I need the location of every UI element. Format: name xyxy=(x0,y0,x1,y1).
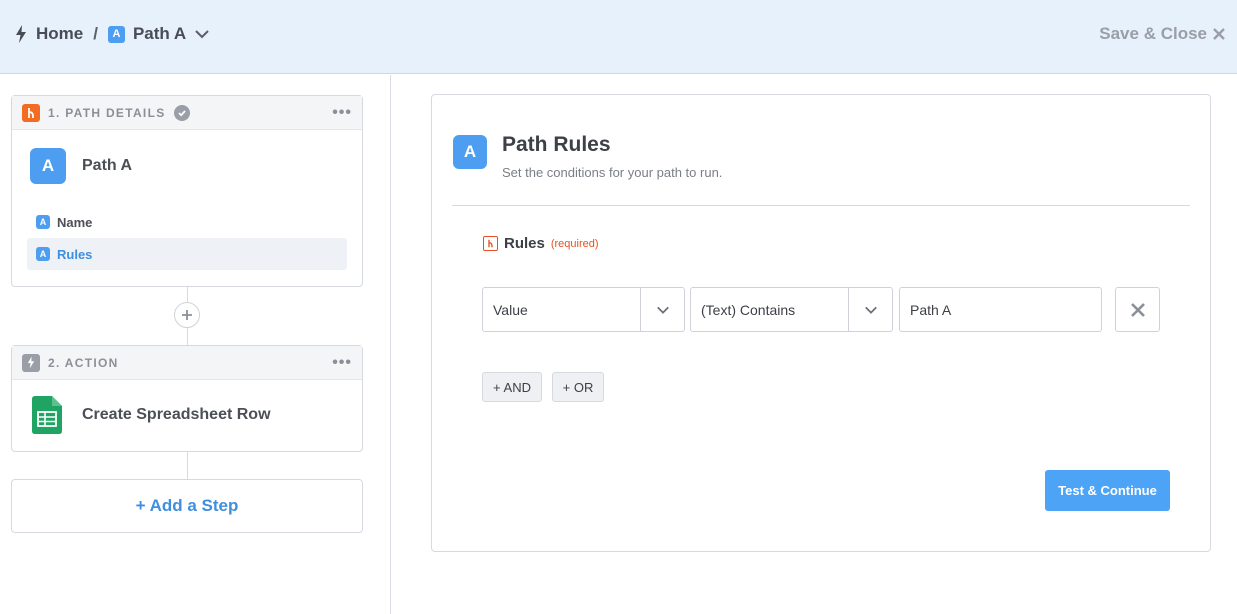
path-details-summary[interactable]: A Path A xyxy=(30,148,132,184)
save-close-label: Save & Close xyxy=(1099,24,1207,43)
path-a-icon: A xyxy=(30,148,66,184)
breadcrumb-home[interactable]: Home xyxy=(36,24,83,44)
path-badge-icon: A xyxy=(107,25,125,43)
path-fork-icon xyxy=(483,236,498,251)
chevron-down-icon[interactable] xyxy=(194,26,210,42)
breadcrumb-separator: / xyxy=(93,24,98,43)
insert-step-button[interactable] xyxy=(174,302,200,328)
top-bar: Home / A Path A Save & Close xyxy=(0,0,1237,74)
more-options-icon[interactable]: ••• xyxy=(332,104,352,122)
action-summary[interactable]: Create Spreadsheet Row xyxy=(32,396,271,434)
sidebar-item-rules[interactable]: A Rules xyxy=(27,238,347,270)
divider xyxy=(452,205,1190,206)
operator-select[interactable]: (Text) Contains xyxy=(690,287,893,332)
field-select[interactable]: Value xyxy=(482,287,685,332)
name-badge-icon: A xyxy=(36,215,50,229)
zap-bolt-icon xyxy=(16,25,26,43)
action-title: 2. ACTION xyxy=(48,355,119,370)
breadcrumb: Home / A Path A xyxy=(14,22,210,46)
sidebar-item-label: Rules xyxy=(57,246,93,262)
test-continue-button[interactable]: Test & Continue xyxy=(1045,470,1170,511)
rules-badge-icon: A xyxy=(36,247,50,261)
add-and-button[interactable]: + AND xyxy=(482,372,542,402)
value-input[interactable] xyxy=(899,287,1102,332)
action-header[interactable]: 2. ACTION ••• xyxy=(12,346,362,380)
connector-line xyxy=(187,452,188,479)
close-icon xyxy=(1130,302,1145,317)
rules-label-text: Rules xyxy=(504,235,545,252)
rules-field-label: Rules (required) xyxy=(483,235,599,252)
path-details-step-title: Path A xyxy=(82,157,133,174)
chevron-down-icon xyxy=(848,288,892,331)
remove-rule-button[interactable] xyxy=(1115,287,1160,332)
save-close-button[interactable]: Save & Close xyxy=(1099,22,1225,46)
action-step-title: Create Spreadsheet Row xyxy=(82,406,271,423)
page-title: Path Rules xyxy=(502,133,611,156)
check-icon xyxy=(173,104,190,121)
page-subtitle: Set the conditions for your path to run. xyxy=(502,165,723,180)
action-card: 2. ACTION ••• Create Spreadsheet Row xyxy=(11,345,363,452)
path-rules-panel: A Path Rules Set the conditions for your… xyxy=(431,94,1211,552)
sidebar-item-name[interactable]: A Name xyxy=(27,206,347,238)
path-details-card: 1. PATH DETAILS ••• A Path A A Name A Ru… xyxy=(11,95,363,287)
path-fork-icon xyxy=(22,103,40,122)
add-or-button[interactable]: + OR xyxy=(552,372,604,402)
close-icon xyxy=(1213,28,1225,40)
add-step-button[interactable]: + Add a Step xyxy=(11,479,363,533)
sidebar-item-label: Name xyxy=(57,214,93,230)
operator-select-value: (Text) Contains xyxy=(701,301,796,318)
path-details-title: 1. PATH DETAILS xyxy=(48,105,166,120)
google-sheets-icon xyxy=(32,396,62,434)
required-indicator: (required) xyxy=(550,237,599,250)
path-details-header[interactable]: 1. PATH DETAILS ••• xyxy=(12,96,362,130)
field-select-value: Value xyxy=(493,301,528,318)
chevron-down-icon xyxy=(640,288,684,331)
more-options-icon[interactable]: ••• xyxy=(332,354,352,372)
step-list-pane: 1. PATH DETAILS ••• A Path A A Name A Ru… xyxy=(0,75,391,614)
action-bolt-icon xyxy=(22,353,40,372)
breadcrumb-path[interactable]: Path A xyxy=(133,24,186,44)
plus-icon xyxy=(182,310,192,320)
path-a-icon: A xyxy=(453,135,487,169)
